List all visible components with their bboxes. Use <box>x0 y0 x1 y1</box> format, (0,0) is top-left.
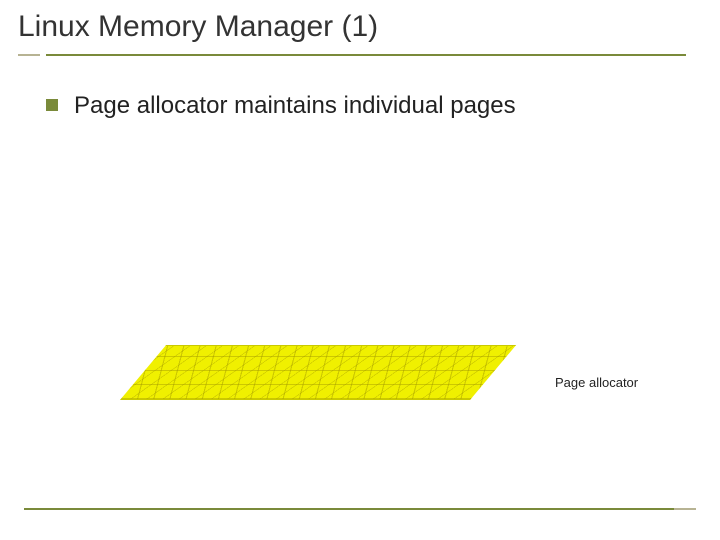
square-bullet-icon <box>46 99 58 111</box>
rule-long <box>46 54 686 56</box>
title-underline <box>0 54 720 56</box>
slide-body: Page allocator maintains individual page… <box>0 56 720 120</box>
slide: Linux Memory Manager (1) Page allocator … <box>0 0 720 540</box>
page-allocator-label: Page allocator <box>555 375 638 390</box>
slide-title: Linux Memory Manager (1) <box>18 10 702 44</box>
page-allocator-parallelogram <box>120 345 516 400</box>
title-area: Linux Memory Manager (1) <box>0 0 720 50</box>
footer-rule <box>24 508 694 510</box>
rule-short <box>18 54 40 56</box>
bullet-item: Page allocator maintains individual page… <box>46 92 680 120</box>
footer-rule-short <box>674 508 696 510</box>
page-allocator-graphic <box>120 345 480 405</box>
bullet-text: Page allocator maintains individual page… <box>74 92 516 120</box>
